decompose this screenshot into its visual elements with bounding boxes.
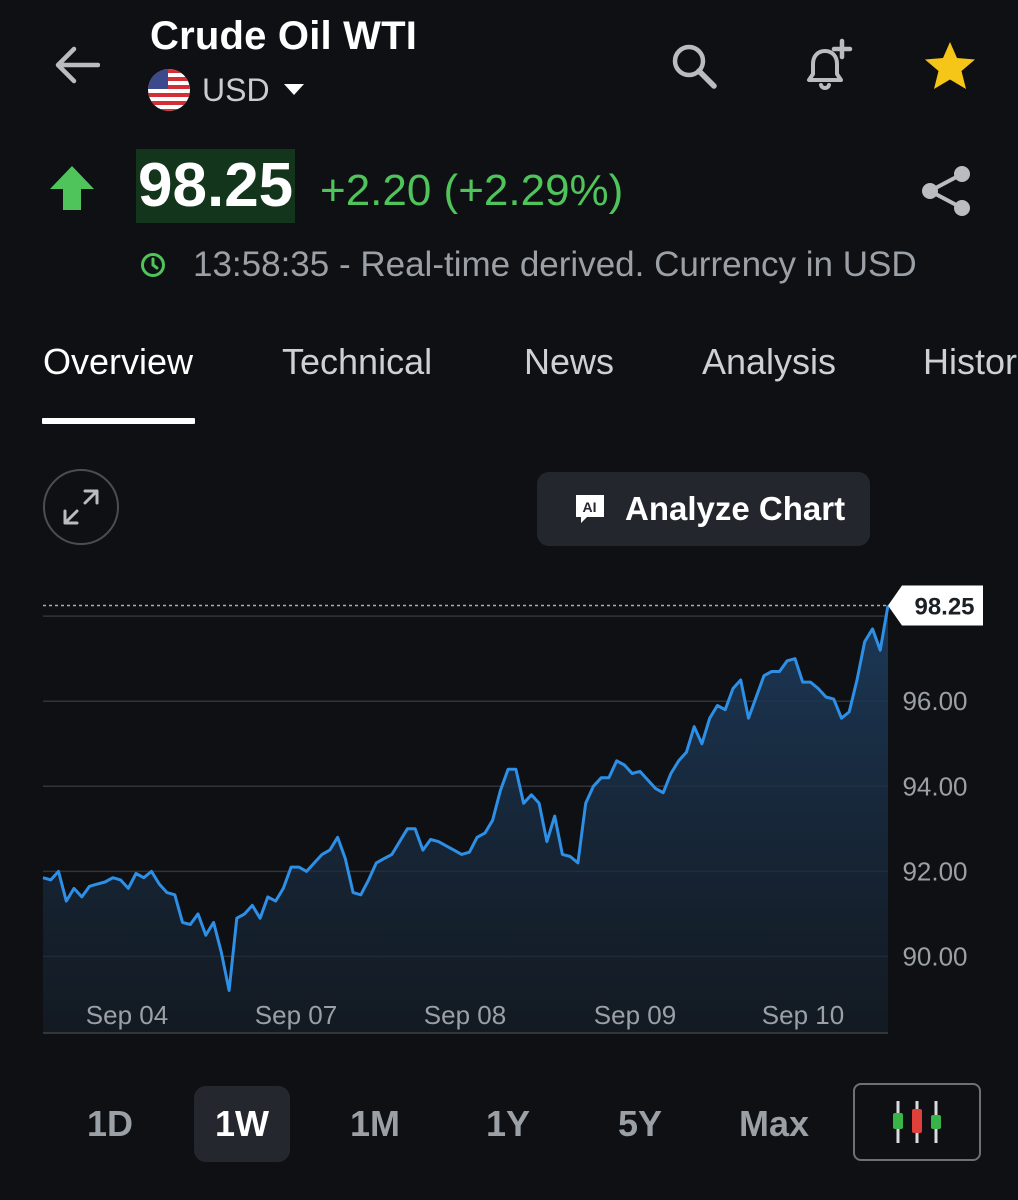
- svg-text:98.25: 98.25: [914, 594, 974, 621]
- search-icon[interactable]: [664, 36, 724, 96]
- candlestick-toggle-button[interactable]: [853, 1083, 981, 1161]
- active-tab-indicator: [42, 418, 195, 424]
- range-1m[interactable]: 1M: [330, 1086, 420, 1162]
- star-icon[interactable]: [920, 36, 980, 96]
- tab-analysis[interactable]: Analysis: [702, 338, 836, 386]
- currency-selector[interactable]: USD: [148, 68, 304, 112]
- price-change: +2.20 (+2.29%): [320, 166, 624, 215]
- candlestick-icon: [893, 1101, 941, 1143]
- share-icon[interactable]: [918, 162, 974, 220]
- up-arrow-icon: [48, 164, 96, 212]
- range-max[interactable]: Max: [726, 1086, 822, 1162]
- range-1d[interactable]: 1D: [70, 1086, 150, 1162]
- clock-icon: [140, 252, 166, 278]
- us-flag-icon: [148, 69, 190, 111]
- back-arrow-icon[interactable]: [48, 40, 104, 90]
- analyze-chart-label: Analyze Chart: [625, 490, 846, 527]
- tab-history[interactable]: Histor: [923, 338, 1017, 386]
- expand-icon: [63, 489, 99, 525]
- x-tick-label: Sep 08: [424, 1000, 506, 1030]
- instrument-title: Crude Oil WTI: [150, 14, 418, 58]
- expand-chart-button[interactable]: [43, 469, 119, 545]
- currency-label: USD: [202, 71, 270, 108]
- ai-icon: AI: [576, 495, 604, 523]
- price-area: [43, 605, 888, 1033]
- tab-news[interactable]: News: [524, 338, 614, 386]
- last-price-tag: 98.25: [888, 585, 983, 626]
- range-1w[interactable]: 1W: [194, 1086, 290, 1162]
- range-1y[interactable]: 1Y: [470, 1086, 546, 1162]
- x-tick-label: Sep 07: [255, 1000, 337, 1030]
- x-tick-label: Sep 10: [762, 1000, 844, 1030]
- y-tick-label: 94.00: [902, 771, 967, 801]
- last-price: 98.25: [136, 149, 296, 223]
- x-tick-label: Sep 09: [594, 1000, 676, 1030]
- add-alert-bell-icon[interactable]: [794, 36, 858, 98]
- y-tick-label: 96.00: [902, 686, 967, 716]
- price-chart[interactable]: 98.25 90.00 92.00 94.00 96.00 Sep 04 Sep 07 S…: [0, 580, 1018, 1040]
- analyze-chart-button[interactable]: AI Analyze Chart: [537, 472, 870, 546]
- range-5y[interactable]: 5Y: [600, 1086, 680, 1162]
- svg-text:AI: AI: [583, 499, 597, 515]
- chevron-down-icon: [283, 84, 304, 95]
- realtime-status: 13:58:35 - Real-time derived. Currency i…: [193, 245, 917, 284]
- tab-technical[interactable]: Technical: [282, 338, 432, 386]
- x-tick-label: Sep 04: [86, 1000, 168, 1030]
- y-tick-label: 92.00: [902, 856, 967, 886]
- tab-overview[interactable]: Overview: [43, 338, 193, 386]
- y-tick-label: 90.00: [902, 941, 967, 971]
